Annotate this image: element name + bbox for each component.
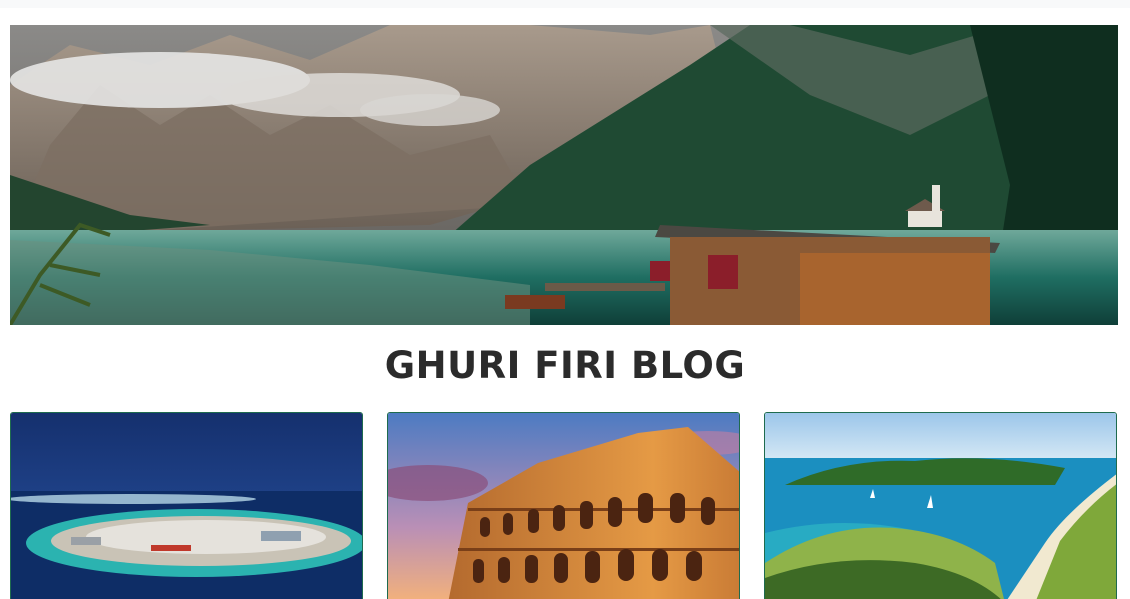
hero-banner-image bbox=[10, 25, 1118, 325]
blog-card-island-image[interactable] bbox=[10, 412, 363, 599]
top-navbar-strip bbox=[0, 0, 1130, 8]
blog-card-bay-image[interactable] bbox=[764, 412, 1117, 599]
blog-card-colosseum-image[interactable] bbox=[387, 412, 740, 599]
blog-title: GHURI FIRI BLOG bbox=[384, 344, 746, 387]
